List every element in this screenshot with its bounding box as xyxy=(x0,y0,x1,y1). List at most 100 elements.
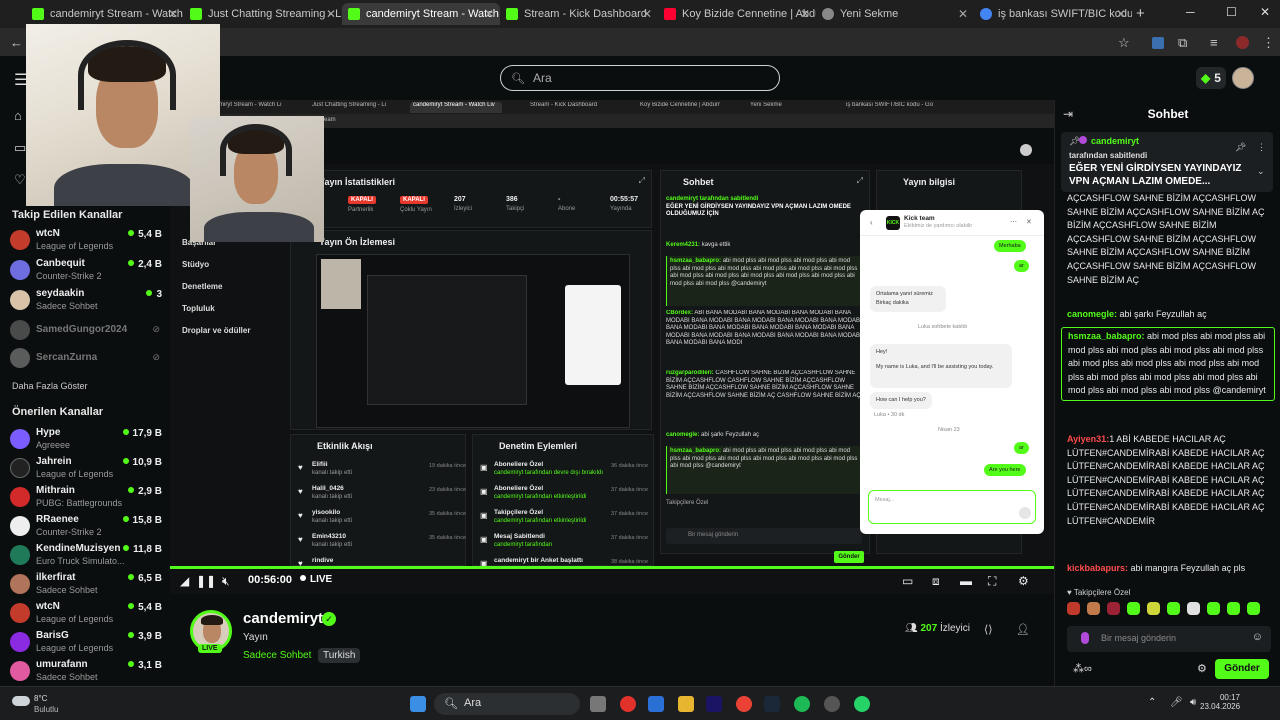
browser-tab[interactable]: candemiryt Stream - Watch Live ✕ xyxy=(26,3,184,25)
spotify-icon[interactable] xyxy=(794,696,810,712)
taskbar-search[interactable]: 🔍︎ Ara xyxy=(434,693,580,715)
pip-icon[interactable]: ▭ xyxy=(902,574,913,588)
browser-tab-active[interactable]: candemiryt Stream - Watch Live ✕ xyxy=(342,3,500,25)
close-icon[interactable]: ✕ xyxy=(168,7,178,21)
followers-only-notice: ♥ Takipçilere Özel xyxy=(1067,588,1131,597)
media-icon[interactable]: ≡ xyxy=(1210,35,1218,50)
sidebar-channel[interactable]: Mithrain PUBG: Battlegrounds 2,9 B xyxy=(10,485,162,511)
new-tab-button[interactable]: + xyxy=(1136,5,1145,22)
task-view-icon[interactable] xyxy=(590,696,606,712)
bookmark-star-icon[interactable]: ☆ xyxy=(1118,35,1130,51)
pinned-message[interactable]: 📌︎ candemiryt tarafından sabitlendi EĞER… xyxy=(1061,132,1273,192)
sidebar-channel[interactable]: ilkerfirat Sadece Sohbet 6,5 B xyxy=(10,572,162,598)
close-icon[interactable]: ✕ xyxy=(326,7,336,21)
folder-icon[interactable] xyxy=(678,696,694,712)
browser-tab[interactable]: Yeni Sekme ✕ xyxy=(816,3,974,25)
whatsapp-icon[interactable] xyxy=(854,696,870,712)
windows-start-icon[interactable] xyxy=(410,696,426,712)
points-badge[interactable]: ◆ 5 xyxy=(1196,67,1226,89)
clock[interactable]: 00:17 23.04.2026 xyxy=(1200,693,1240,711)
close-icon[interactable]: ✕ xyxy=(1116,7,1126,21)
premiere-icon[interactable] xyxy=(706,696,722,712)
player-time: 00:56:00 xyxy=(248,574,293,586)
emote-icon[interactable] xyxy=(1227,602,1240,615)
clip-icon[interactable]: ⧈ xyxy=(932,574,940,589)
show-more-button[interactable]: Daha Fazla Göster xyxy=(12,381,88,391)
chat-tools-icon[interactable]: ⁂∞ xyxy=(1073,662,1092,675)
mic-icon[interactable]: 🎤︎ xyxy=(1170,697,1183,708)
avatar[interactable] xyxy=(1232,67,1254,89)
chrome-icon[interactable] xyxy=(736,696,752,712)
sidebar-channel[interactable]: KendineMuzisyen Euro Truck Simulato... 1… xyxy=(10,543,162,569)
emote-icon[interactable] xyxy=(1127,602,1140,615)
close-icon[interactable]: ✕ xyxy=(800,7,810,21)
share-icon[interactable]: ⟨⟩ xyxy=(984,623,993,636)
channel-name[interactable]: candemiryt xyxy=(243,610,323,627)
emote-icon[interactable] xyxy=(1167,602,1180,615)
browse-icon[interactable]: ▭ xyxy=(14,140,26,156)
emote-icon[interactable] xyxy=(1147,602,1160,615)
offline-icon: ⊘ xyxy=(152,352,160,362)
chevron-down-icon[interactable]: ⌄ xyxy=(1257,166,1265,177)
menu-dots-icon[interactable]: ⋮ xyxy=(1262,35,1275,51)
close-window-button[interactable]: ✕ xyxy=(1260,5,1270,19)
chat-input[interactable]: Bir mesaj gönderin ☺ xyxy=(1067,626,1271,652)
sidebar-channel[interactable]: seydaakin Sadece Sohbet 3 xyxy=(10,288,162,314)
theater-icon[interactable]: ▬ xyxy=(960,574,972,588)
maximize-button[interactable]: ☐ xyxy=(1226,5,1237,19)
more-icon[interactable]: ⋮ xyxy=(1257,142,1266,153)
emote-icon[interactable] xyxy=(1247,602,1260,615)
sidebar-channel[interactable]: wtcN League of Legends 5,4 B xyxy=(10,228,162,254)
search-input[interactable]: 🔍︎ Ara xyxy=(500,65,780,91)
tray-chevron-icon[interactable]: ⌃ xyxy=(1148,697,1156,708)
minimize-button[interactable]: ─ xyxy=(1186,5,1195,19)
emote-icon[interactable] xyxy=(1107,602,1120,615)
store-icon[interactable] xyxy=(648,696,664,712)
sidebar-channel[interactable]: Canbequit Counter-Strike 2 2,4 B xyxy=(10,258,162,284)
sidebar-channel-offline[interactable]: SamedGungor2024 ⊘ xyxy=(10,318,162,344)
sidebar-channel[interactable]: wtcN League of Legends 5,4 B xyxy=(10,601,162,627)
chat-settings-icon[interactable]: ⚙ xyxy=(1197,662,1207,675)
opera-icon[interactable] xyxy=(620,696,636,712)
sidebar-channel-offline[interactable]: SercanZurna ⊘ xyxy=(10,346,162,372)
fullscreen-icon[interactable]: ⛶ xyxy=(988,574,996,589)
home-icon[interactable]: ⌂ xyxy=(14,108,22,123)
browser-tab[interactable]: Stream - Kick Dashboard ✕ xyxy=(500,3,658,25)
stream-category[interactable]: Sadece Sohbet xyxy=(243,650,311,661)
follow-icon[interactable]: 👤︎ xyxy=(1016,623,1030,636)
sidebar-channel[interactable]: umurafann Sadece Sohbet 3,1 B xyxy=(10,659,162,685)
sidebar-channel[interactable]: BarisG League of Legends 3,9 B xyxy=(10,630,162,656)
profile-icon[interactable] xyxy=(1236,36,1249,49)
volume-icon[interactable]: ◢ xyxy=(180,574,189,588)
back-icon[interactable]: ← xyxy=(10,35,23,50)
mute-icon[interactable]: 🔇︎ xyxy=(222,574,230,589)
emote-icon[interactable] xyxy=(1087,602,1100,615)
emoji-icon[interactable]: ☺ xyxy=(1252,631,1263,643)
browser-tab[interactable]: Just Chatting Streaming - Live S ✕ xyxy=(184,3,342,25)
sidebar-channel[interactable]: Jahrein League of Legends 10,9 B xyxy=(10,456,162,482)
progress-bar[interactable] xyxy=(170,566,1054,569)
extension-icon[interactable] xyxy=(1152,37,1164,49)
close-icon[interactable]: ✕ xyxy=(958,7,968,21)
sidebar-channel[interactable]: Hype Agreeee 17,9 B xyxy=(10,427,162,453)
settings-icon[interactable]: ⚙ xyxy=(1018,574,1029,588)
emote-icon[interactable] xyxy=(1067,602,1080,615)
pinned-text: EĞER YENİ GİRDİYSEN YAYINDAYIZ VPN AÇMAN… xyxy=(1069,163,1242,187)
emote-icon[interactable] xyxy=(1207,602,1220,615)
unpin-icon[interactable]: 📌︎ xyxy=(1235,142,1246,153)
browser-tab[interactable]: Koy Bizide Cennetine | Abdurra ✕ xyxy=(658,3,816,25)
steam-icon[interactable] xyxy=(764,696,780,712)
sidebar-channel[interactable]: RRaenee Counter-Strike 2 15,8 B xyxy=(10,514,162,540)
close-icon[interactable]: ✕ xyxy=(484,7,494,21)
emote-icon[interactable] xyxy=(1187,602,1200,615)
browser-tab[interactable]: iş bankası SWIFT/BIC kodu - Go ✕ xyxy=(974,3,1132,25)
volume-icon[interactable]: 🔊︎ xyxy=(1190,697,1196,708)
following-icon[interactable]: ♡ xyxy=(14,172,26,188)
channel-category: Counter-Strike 2 xyxy=(36,527,102,537)
obs-icon[interactable] xyxy=(824,696,840,712)
pause-icon[interactable]: ❚❚ xyxy=(196,574,216,588)
send-button[interactable]: Gönder xyxy=(1215,659,1269,679)
puzzle-icon[interactable]: ⧉ xyxy=(1178,35,1187,51)
language-tag[interactable]: Turkish xyxy=(318,648,361,663)
close-icon[interactable]: ✕ xyxy=(642,7,652,21)
